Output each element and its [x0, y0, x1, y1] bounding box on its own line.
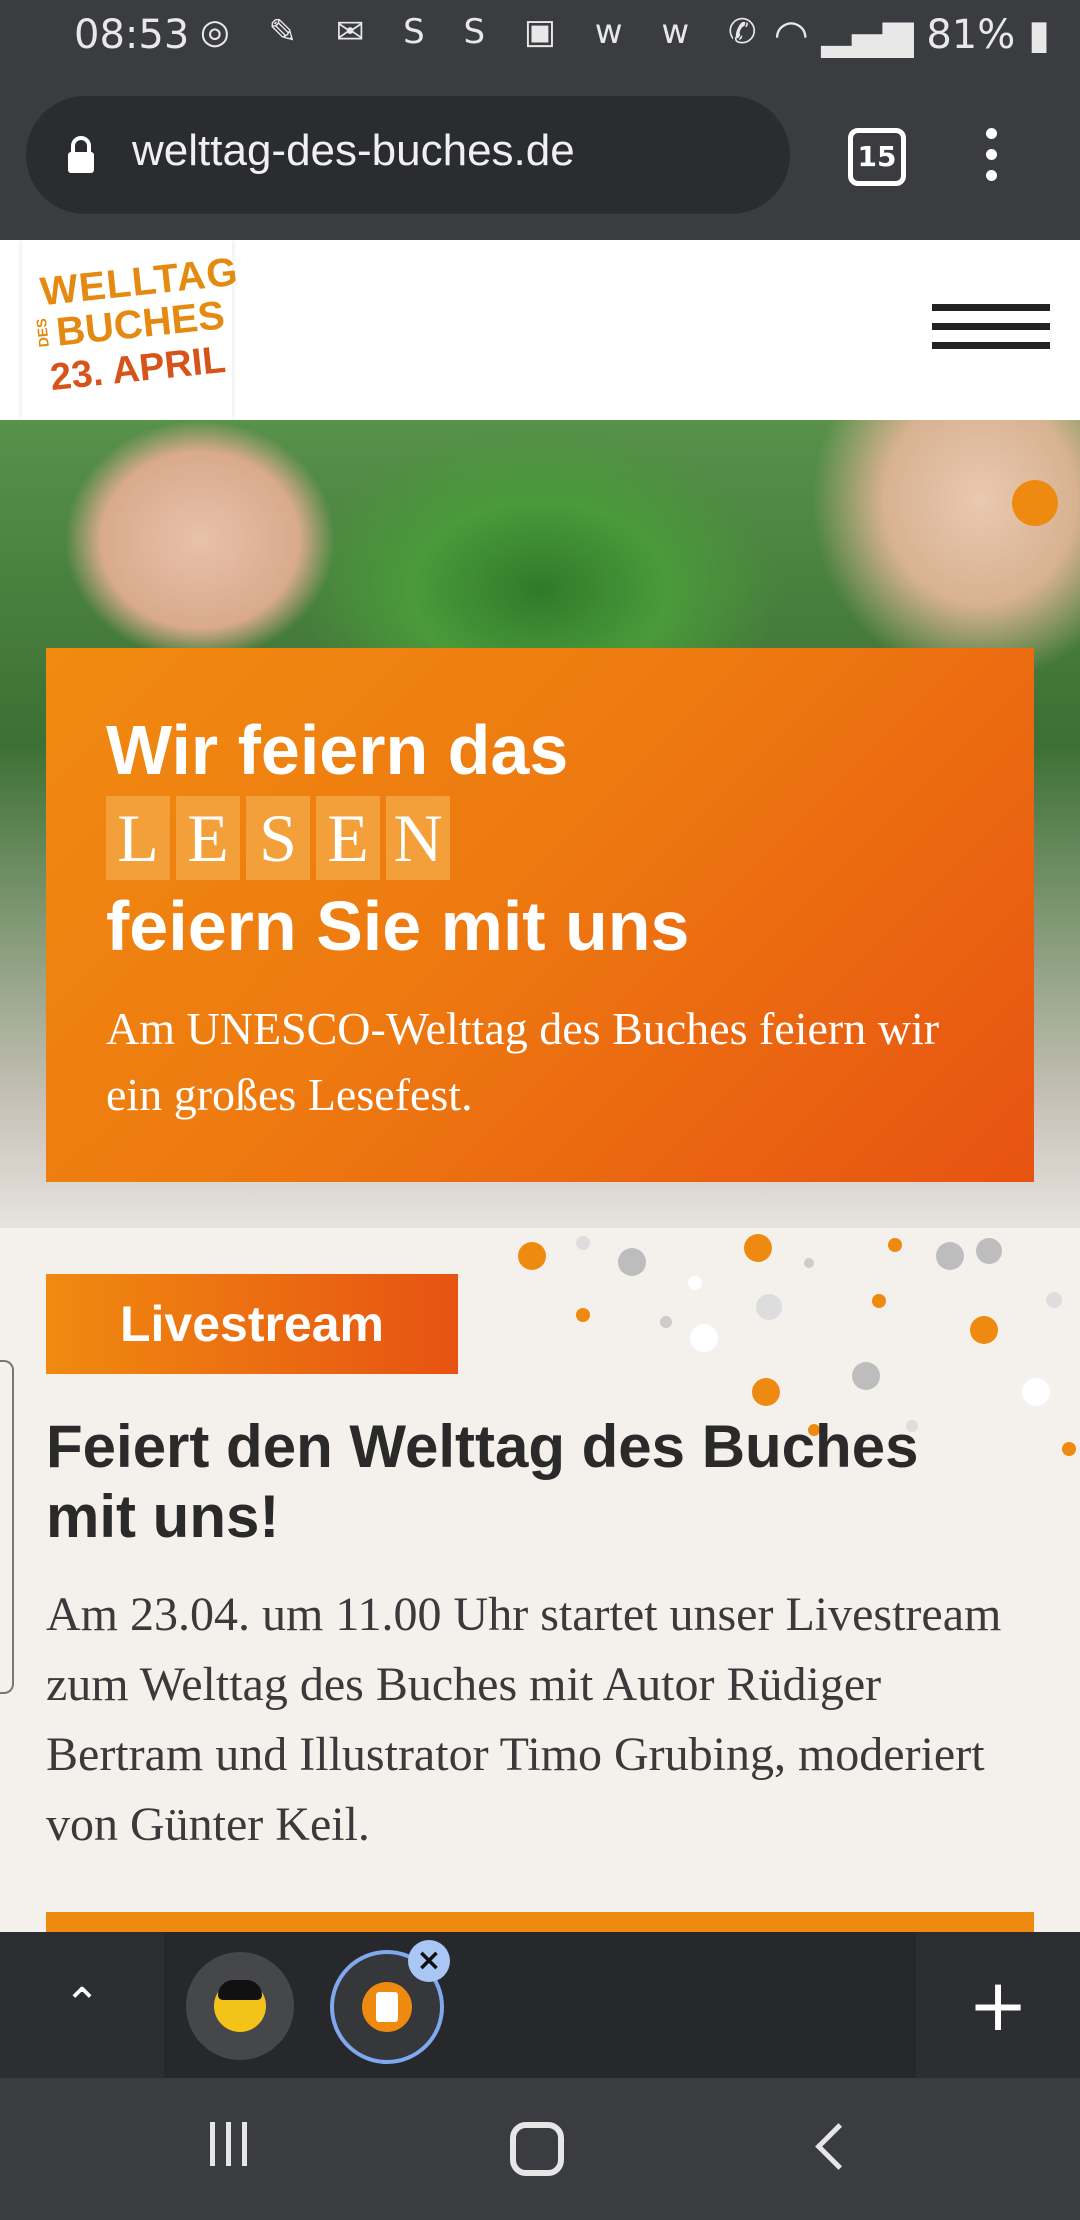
battery-indicator: ◠ ▂▄▆ 81% ▮	[774, 12, 1050, 58]
section-divider	[46, 1912, 1034, 1932]
battery-icon: ▮	[1027, 12, 1050, 58]
livestream-section: Livestream Feiert den Welttag des Buches…	[0, 1228, 1080, 1932]
section-body: Am 23.04. um 11.00 Uhr startet unser Liv…	[46, 1588, 1002, 1851]
decor-dot	[618, 1248, 646, 1276]
hero-textbox: Wir feiern das LESEN feiern Sie mit uns …	[46, 648, 1034, 1182]
lock-icon	[68, 136, 94, 173]
more-options-icon[interactable]	[986, 128, 998, 191]
decor-dot	[936, 1242, 964, 1270]
decor-dot	[576, 1236, 590, 1250]
decor-dot	[752, 1378, 780, 1406]
site-logo[interactable]: WELLTAG DES BUCHES 23. APRIL	[22, 240, 240, 420]
highlight-letter: E	[316, 796, 380, 880]
decor-dot	[690, 1324, 718, 1352]
tab-switcher-button[interactable]: 15	[848, 128, 906, 186]
url-text[interactable]: welttag-des-buches.de	[132, 126, 575, 176]
hero-highlight: LESEN	[106, 796, 456, 880]
new-tab-button[interactable]: +	[916, 1932, 1080, 2078]
edge-handle[interactable]	[0, 1360, 14, 1694]
decor-dot	[852, 1362, 880, 1390]
decor-dot	[1046, 1292, 1062, 1308]
highlight-letter: N	[386, 796, 450, 880]
decor-dot	[660, 1316, 672, 1328]
browser-toolbar: welttag-des-buches.de 15	[0, 76, 1080, 240]
menu-icon[interactable]	[932, 304, 1050, 361]
decor-dot	[744, 1234, 772, 1262]
decor-dot	[518, 1242, 546, 1270]
highlight-letter: S	[246, 796, 310, 880]
decor-dot	[872, 1294, 886, 1308]
highlight-letter: E	[176, 796, 240, 880]
decor-dot	[576, 1308, 590, 1322]
decor-dot	[970, 1316, 998, 1344]
system-nav-bar	[0, 2078, 1080, 2220]
livestream-button[interactable]: Livestream	[46, 1274, 458, 1374]
tab-strip: ⌃ × +	[0, 1932, 1080, 2078]
back-icon[interactable]	[815, 2123, 862, 2170]
hero-title-1: Wir feiern das	[106, 711, 569, 789]
web-page: WELLTAG DES BUCHES 23. APRIL Wir feiern …	[0, 240, 1080, 1932]
tab-thumbnail[interactable]	[186, 1952, 294, 2060]
decor-dot	[804, 1258, 814, 1268]
battery-percent: 81%	[926, 12, 1016, 58]
chevron-up-icon[interactable]: ⌃	[0, 1932, 164, 2078]
decor-dot	[976, 1238, 1002, 1264]
close-icon[interactable]: ×	[408, 1940, 450, 1982]
avatar-icon	[214, 1980, 266, 2032]
home-icon[interactable]	[510, 2122, 564, 2176]
wifi-icon: ◠	[773, 12, 822, 58]
logo-text-2: DES	[32, 317, 52, 348]
active-tab-thumbnail[interactable]: ×	[330, 1940, 450, 2064]
decor-dot	[1012, 480, 1058, 526]
signal-icon: ▂▄▆	[821, 12, 927, 58]
site-header: WELLTAG DES BUCHES 23. APRIL	[0, 240, 1080, 420]
section-title: Feiert den Welttag des Buches mit uns!	[46, 1413, 919, 1550]
decor-dot	[688, 1276, 702, 1290]
hero-subtitle: Am UNESCO-Welttag des Buches feiern wir …	[106, 1003, 940, 1120]
decor-dot	[1022, 1378, 1050, 1406]
url-bar[interactable]: welttag-des-buches.de	[26, 96, 790, 214]
recent-apps-icon[interactable]	[210, 2122, 258, 2170]
status-time: 08:53	[74, 12, 190, 58]
decor-dot	[756, 1294, 782, 1320]
decor-dot	[1062, 1442, 1076, 1456]
highlight-letter: L	[106, 796, 170, 880]
decor-dot	[888, 1238, 902, 1252]
book-icon	[362, 1982, 412, 2032]
notification-icons: ◎ ✎ ✉ S S ▣ w w ✆	[200, 12, 771, 52]
status-bar: 08:53 ◎ ✎ ✉ S S ▣ w w ✆ ◠ ▂▄▆ 81% ▮	[0, 0, 1080, 76]
hero-title-2: feiern Sie mit uns	[106, 887, 690, 965]
